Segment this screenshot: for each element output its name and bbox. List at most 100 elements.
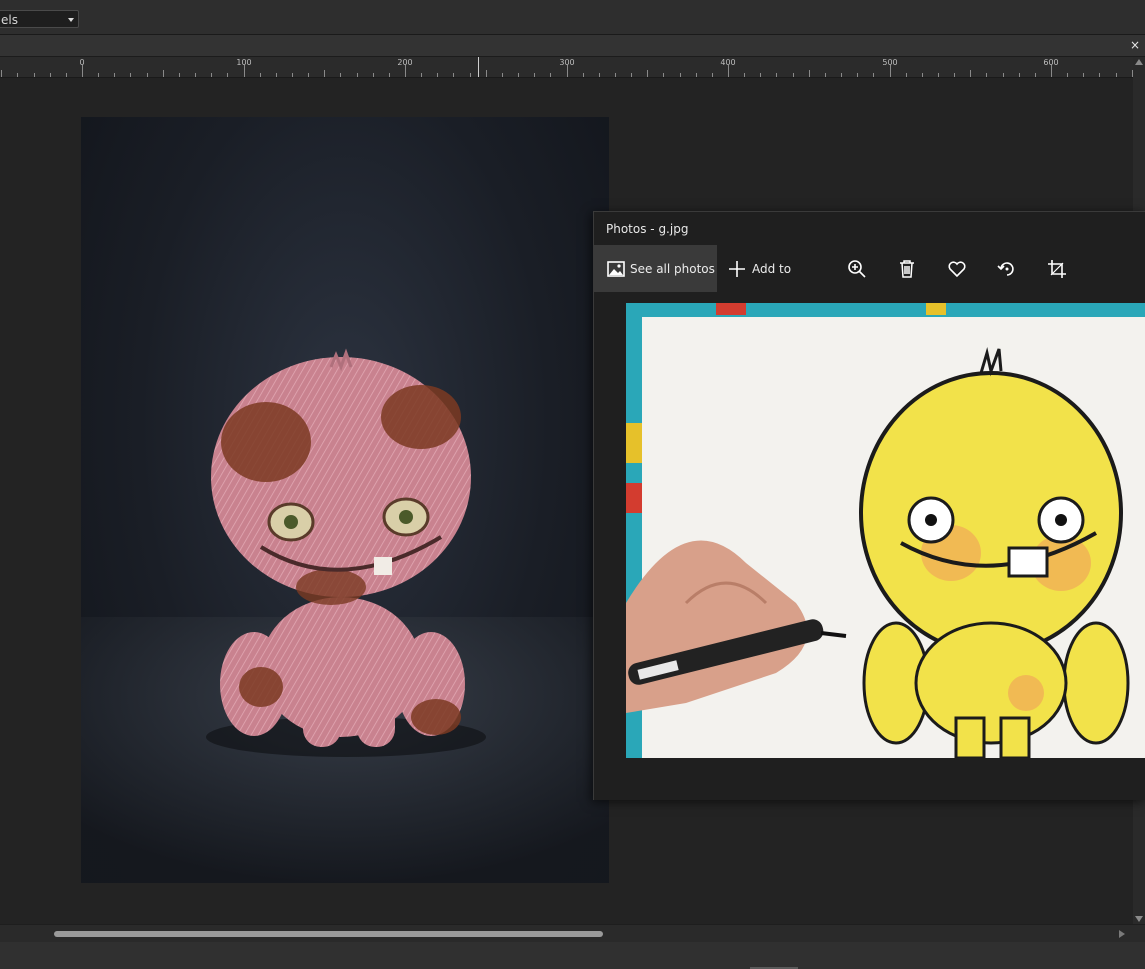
ruler-tick — [808, 70, 810, 77]
ruler-tick — [49, 73, 51, 77]
ruler-tick — [1067, 73, 1069, 77]
ruler-tick — [647, 70, 649, 77]
ruler-tick — [728, 65, 729, 77]
ruler-tick — [98, 73, 100, 77]
ruler-tick — [631, 73, 633, 77]
ruler-tick — [1018, 73, 1020, 77]
photos-app-window[interactable]: Photos - g.jpg See all photos Add to — [593, 211, 1145, 800]
ruler-tick — [33, 73, 35, 77]
photos-window-title: Photos - g.jpg — [606, 222, 689, 236]
favorite-button[interactable] — [947, 245, 967, 292]
heart-icon — [948, 260, 966, 277]
scroll-up-arrow-icon[interactable] — [1135, 59, 1143, 65]
ruler-tick — [1034, 73, 1036, 77]
horizontal-ruler: 0 100 200 300 400 500 600 — [0, 57, 1133, 78]
chevron-down-icon — [68, 18, 74, 22]
ruler-tick — [550, 73, 552, 77]
delete-button[interactable] — [897, 245, 917, 292]
ruler-tick — [388, 73, 390, 77]
crop-button[interactable] — [1047, 245, 1067, 292]
ruler-tick — [453, 73, 455, 77]
ruler-tick — [114, 73, 116, 77]
ruler-tick — [695, 73, 697, 77]
zoom-button[interactable] — [847, 245, 867, 292]
ruler-tick — [501, 73, 503, 77]
ruler-tick — [146, 73, 148, 77]
ruler-tick — [889, 65, 891, 77]
ruler-tick — [421, 73, 423, 77]
see-all-photos-label: See all photos — [630, 261, 715, 276]
ruler-tick — [340, 73, 342, 77]
ruler-tick — [566, 65, 568, 77]
ruler-tick — [485, 70, 487, 77]
trash-icon — [900, 259, 914, 278]
ruler-tick — [243, 65, 245, 77]
photo-preview-image[interactable] — [626, 303, 1145, 758]
image-icon — [607, 260, 625, 277]
ruler-tick — [970, 70, 972, 77]
ruler-tick — [195, 73, 197, 77]
ruler-tick — [324, 70, 326, 77]
units-dropdown[interactable]: els — [0, 10, 79, 28]
ruler-tick — [986, 73, 988, 77]
ruler-tick — [679, 73, 681, 77]
ruler-tick — [1051, 65, 1052, 77]
ruler-tick — [792, 73, 794, 77]
furry-monster-render — [81, 348, 609, 883]
ruler-tick — [162, 70, 164, 77]
ruler-tick — [760, 73, 762, 77]
ruler-tick — [130, 73, 132, 77]
scroll-right-arrow-icon[interactable] — [1119, 930, 1125, 938]
ruler-tick — [711, 73, 713, 77]
ruler-tick — [275, 73, 277, 77]
ruler-tick — [776, 73, 778, 77]
ruler-tick — [1099, 73, 1101, 77]
crop-icon — [1048, 259, 1066, 278]
status-bar — [0, 942, 1145, 969]
ruler-tick — [824, 73, 826, 77]
see-all-photos-button[interactable]: See all photos — [594, 245, 717, 292]
ruler-tick — [582, 73, 584, 77]
horizontal-scrollbar[interactable] — [0, 924, 1145, 942]
units-dropdown-value: els — [1, 13, 18, 27]
ruler-tick — [841, 73, 843, 77]
ruler-tick — [308, 73, 310, 77]
scroll-down-arrow-icon[interactable] — [1135, 916, 1143, 922]
ruler-tick — [1083, 73, 1085, 77]
ruler-tick — [937, 73, 939, 77]
plus-icon — [729, 260, 745, 277]
ruler-tick — [598, 73, 600, 77]
ruler-tick — [178, 73, 180, 77]
ruler-tick — [873, 73, 875, 77]
horizontal-scroll-thumb[interactable] — [54, 931, 603, 937]
ruler-tick — [744, 73, 746, 77]
ruler-tick — [905, 73, 907, 77]
ruler-tick — [534, 73, 536, 77]
ruler-tick — [469, 73, 471, 77]
ruler-tick — [291, 73, 293, 77]
ruler-tick — [954, 73, 956, 77]
ruler-tick — [17, 73, 19, 77]
ruler-tick — [227, 73, 229, 77]
add-to-button[interactable]: Add to — [727, 245, 807, 292]
ruler-tick — [857, 73, 859, 77]
ruler-tick — [921, 73, 923, 77]
ruler-tick — [437, 73, 439, 77]
ruler-tick — [1115, 73, 1117, 77]
ruler-tick — [372, 73, 374, 77]
document-canvas-image[interactable] — [81, 117, 609, 883]
ruler-tick — [663, 73, 665, 77]
document-tab-strip: × — [0, 35, 1145, 57]
rotate-icon — [997, 261, 1014, 276]
close-icon[interactable]: × — [1128, 37, 1142, 53]
ruler-tick — [259, 73, 261, 77]
add-to-label: Add to — [752, 261, 792, 276]
ruler-tick — [1, 70, 3, 77]
rotate-button[interactable] — [997, 245, 1017, 292]
ruler-tick — [82, 65, 83, 77]
zoom-in-icon — [848, 259, 866, 278]
ruler-tick — [614, 73, 616, 77]
ruler-tick — [65, 73, 67, 77]
top-options-bar: els — [0, 0, 1145, 35]
ruler-tick — [405, 65, 406, 77]
